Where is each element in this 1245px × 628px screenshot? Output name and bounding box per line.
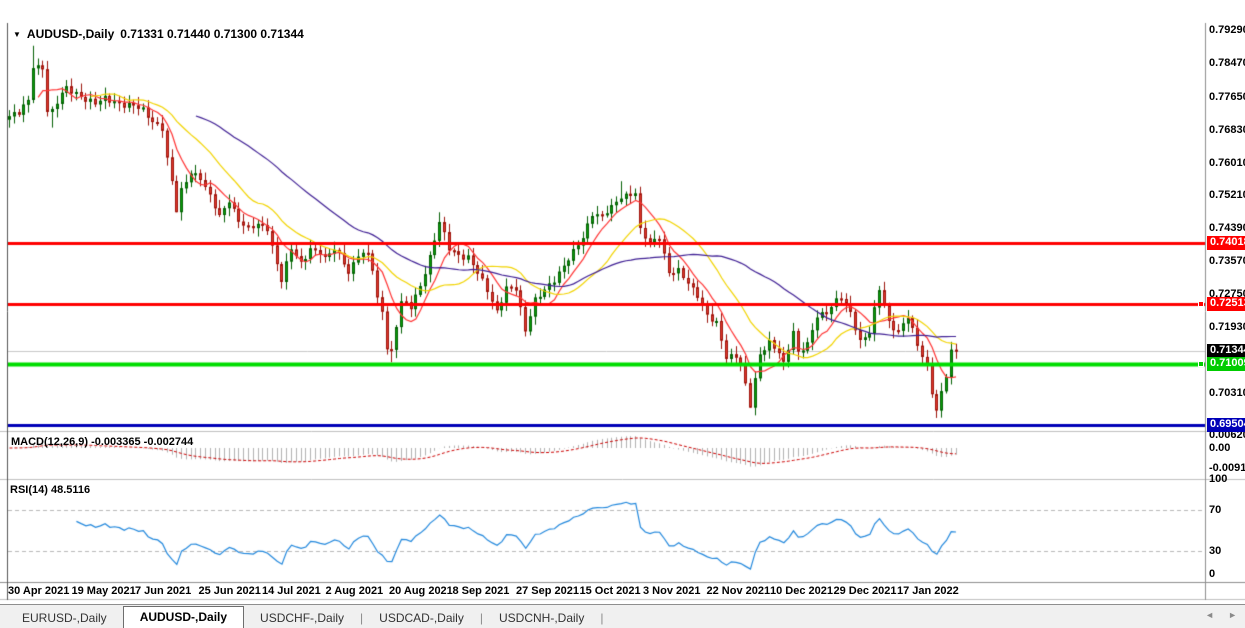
price-tag: 0.69504 <box>1207 418 1245 432</box>
date-axis-label: 3 Nov 2021 <box>643 585 700 597</box>
macd-indicator-label: MACD(12,26,9) -0.003365 -0.002744 <box>11 436 193 448</box>
tab-usdcad[interactable]: USDCAD-,Daily <box>363 608 480 628</box>
price-tag: 0.71009 <box>1207 357 1245 371</box>
date-axis-label: 22 Nov 2021 <box>707 585 771 597</box>
tab-scrollbar: ◄ ► <box>1205 610 1237 620</box>
tab-scroll-left-icon[interactable]: ◄ <box>1205 610 1214 620</box>
chart-title-row[interactable]: ▼ AUDUSD-,Daily 0.71331 0.71440 0.71300 … <box>13 27 304 41</box>
date-axis-label: 25 Jun 2021 <box>199 585 261 597</box>
date-axis-label: 10 Dec 2021 <box>770 585 833 597</box>
tab-usdcnh[interactable]: USDCNH-,Daily <box>483 608 600 628</box>
date-axis-label: 19 May 2021 <box>72 585 136 597</box>
rsi-scale-label: 30 <box>1209 545 1221 558</box>
price-tag: 0.74018 <box>1207 236 1245 250</box>
price-tag: 0.72513 <box>1207 297 1245 311</box>
date-axis-label: 2 Aug 2021 <box>326 585 384 597</box>
price-tag: 0.71344 <box>1207 344 1245 358</box>
date-axis-label: 30 Apr 2021 <box>8 585 69 597</box>
date-axis-label: 15 Oct 2021 <box>580 585 641 597</box>
price-axis-tick: 0.76830 <box>1209 124 1245 137</box>
price-axis-tick: 0.74390 <box>1209 222 1245 235</box>
date-axis-label: 17 Jan 2022 <box>897 585 959 597</box>
date-axis-label: 20 Aug 2021 <box>389 585 453 597</box>
chart-tab-bar: EURUSD-,DailyAUDUSD-,DailyUSDCHF-,Daily |… <box>0 604 1245 628</box>
price-axis-tick: 0.76010 <box>1209 157 1245 170</box>
chart-ohlc-values: 0.71331 0.71440 0.71300 0.71344 <box>120 27 304 41</box>
rsi-indicator-label: RSI(14) 48.5116 <box>10 484 90 496</box>
tab-scroll-right-icon[interactable]: ► <box>1228 610 1237 620</box>
tab-audusd[interactable]: AUDUSD-,Daily <box>123 606 244 628</box>
rsi-scale-label: 70 <box>1209 504 1221 517</box>
price-axis-tick: 0.78470 <box>1209 57 1245 70</box>
tab-usdchf[interactable]: USDCHF-,Daily <box>244 608 360 628</box>
price-axis-tick: 0.70310 <box>1209 387 1245 400</box>
macd-scale-label: 0.00 <box>1209 442 1230 455</box>
rsi-scale-label: 100 <box>1209 473 1227 486</box>
date-axis-label: 8 Sep 2021 <box>453 585 510 597</box>
price-axis-tick: 0.79290 <box>1209 24 1245 37</box>
chart-title: AUDUSD-,Daily <box>27 27 114 41</box>
price-axis-tick: 0.71930 <box>1209 321 1245 334</box>
line-handle[interactable] <box>1198 301 1204 307</box>
tab-separator: | <box>600 608 603 628</box>
tab-eurusd[interactable]: EURUSD-,Daily <box>6 608 123 628</box>
price-chart-canvas[interactable] <box>0 0 1245 628</box>
rsi-scale-label: 0 <box>1209 568 1215 581</box>
price-axis-tick: 0.75210 <box>1209 189 1245 202</box>
line-handle[interactable] <box>1198 361 1204 367</box>
date-axis-label: 14 Jul 2021 <box>262 585 321 597</box>
price-axis-tick: 0.77650 <box>1209 91 1245 104</box>
chevron-down-icon: ▼ <box>13 30 21 39</box>
date-axis-label: 29 Dec 2021 <box>834 585 897 597</box>
price-axis-tick: 0.73570 <box>1209 255 1245 268</box>
date-axis-label: 7 Jun 2021 <box>135 585 191 597</box>
date-axis-label: 27 Sep 2021 <box>516 585 579 597</box>
